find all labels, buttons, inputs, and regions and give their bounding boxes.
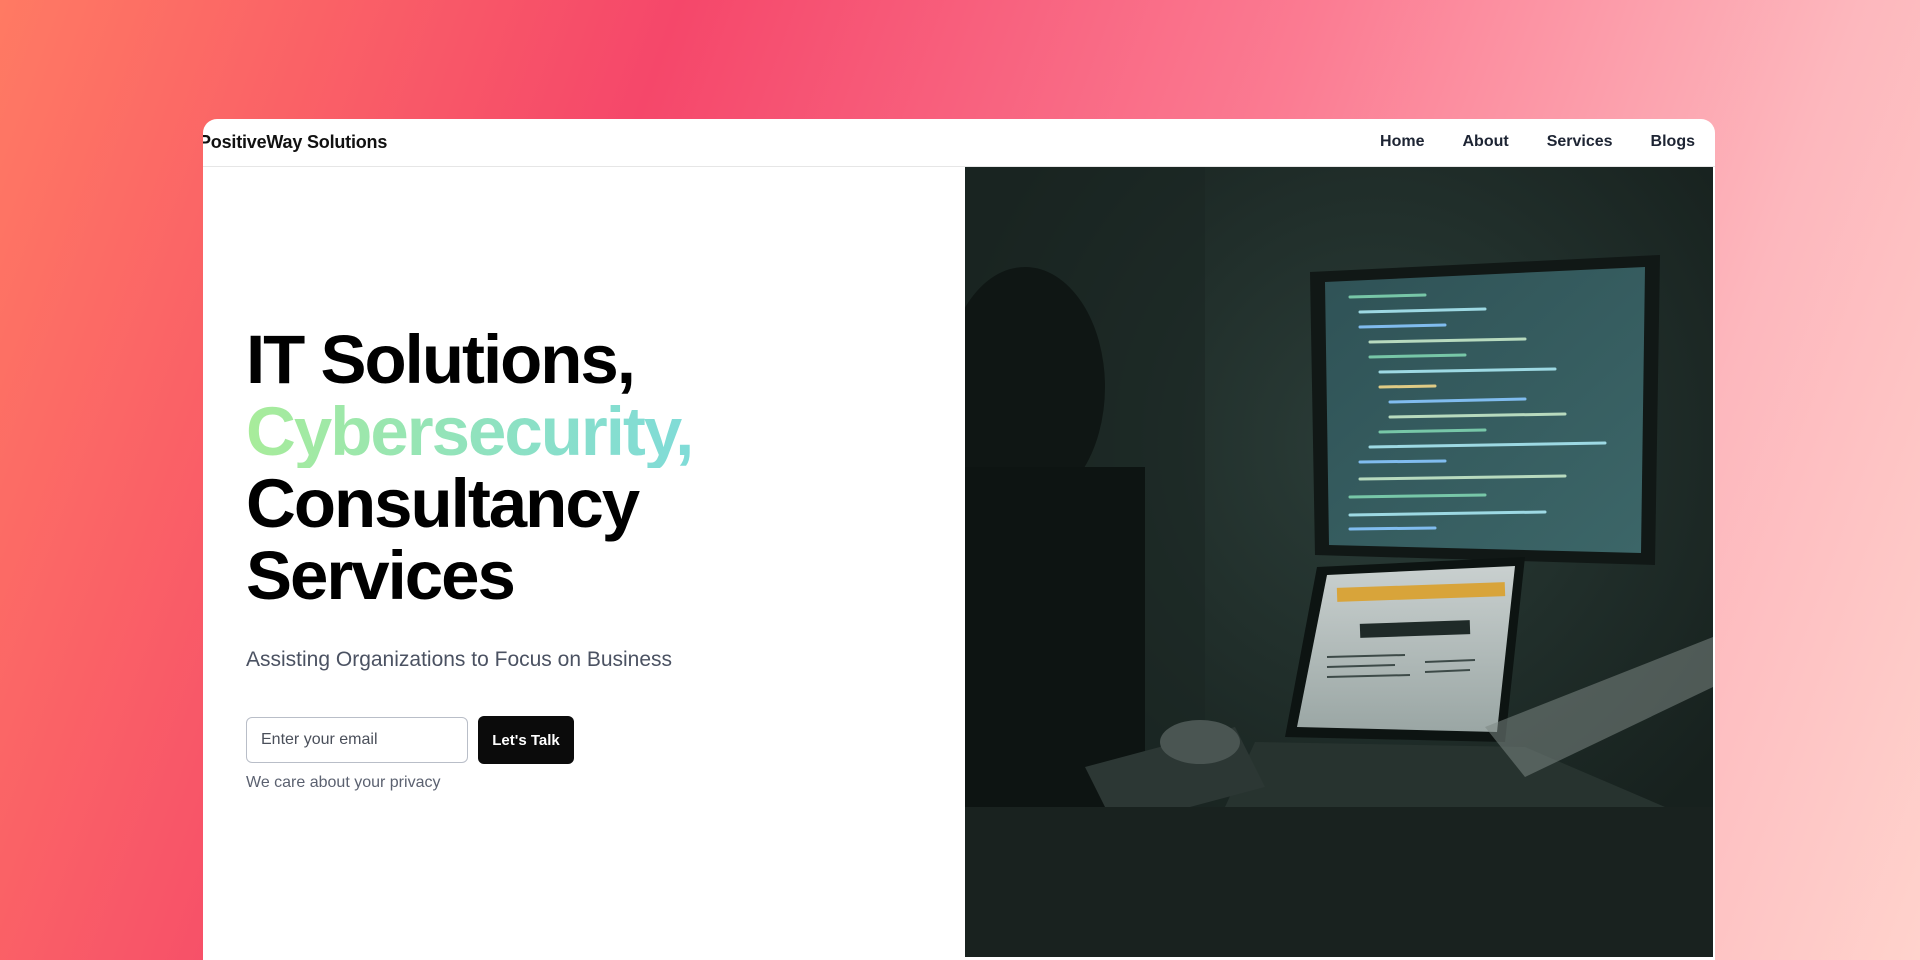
- hero-text-block: IT Solutions, Cybersecurity, Consultancy…: [246, 324, 946, 612]
- lets-talk-button[interactable]: Let's Talk: [478, 716, 574, 764]
- email-signup-form: Let's Talk: [246, 716, 574, 764]
- headline-line-it-solutions: IT Solutions,: [246, 321, 636, 398]
- hero-headline: IT Solutions, Cybersecurity, Consultancy…: [246, 324, 946, 612]
- privacy-note: We care about your privacy: [246, 774, 441, 791]
- nav-link-about[interactable]: About: [1463, 133, 1509, 151]
- hero-subtitle: Assisting Organizations to Focus on Busi…: [246, 648, 673, 671]
- nav-link-blogs[interactable]: Blogs: [1651, 133, 1695, 151]
- page-card: PositiveWay Solutions Home About Service…: [203, 119, 1715, 960]
- headline-line-consultancy: Consultancy: [246, 465, 640, 542]
- nav-link-services[interactable]: Services: [1547, 133, 1613, 151]
- hero-photo: [965, 167, 1713, 957]
- headline-line-cybersecurity: Cybersecurity,: [246, 396, 946, 468]
- headline-line-services: Services: [246, 537, 516, 614]
- nav-menu: Home About Services Blogs: [1380, 133, 1695, 151]
- nav-link-home[interactable]: Home: [1380, 133, 1424, 151]
- brand-logo-text[interactable]: PositiveWay Solutions: [203, 132, 387, 153]
- hero-photo-illustration: [965, 167, 1713, 957]
- email-input[interactable]: [246, 717, 468, 763]
- top-navbar: PositiveWay Solutions Home About Service…: [203, 119, 1715, 167]
